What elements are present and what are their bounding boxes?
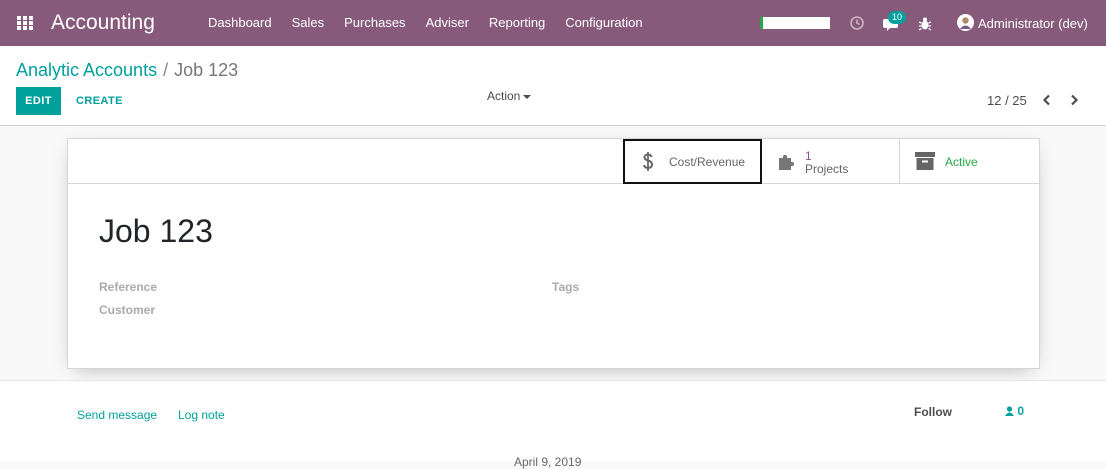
cost-revenue-button[interactable]: Cost/Revenue	[623, 139, 762, 184]
date-separator: April 9, 2019	[514, 455, 582, 469]
projects-button[interactable]: 1 Projects	[762, 139, 900, 183]
menu-item-purchases[interactable]: Purchases	[334, 0, 415, 46]
followers-count: 0	[1017, 404, 1025, 418]
user-avatar[interactable]	[957, 14, 974, 31]
chevron-right-icon[interactable]	[1068, 94, 1080, 106]
action-dropdown[interactable]: Action	[487, 89, 532, 103]
top-navbar: Accounting Dashboard Sales Purchases Adv…	[0, 0, 1106, 46]
record-name[interactable]: Job 123	[99, 211, 213, 251]
projects-label: Projects	[805, 162, 849, 176]
edit-button[interactable]: EDIT	[16, 87, 61, 115]
chevron-left-icon[interactable]	[1041, 94, 1053, 106]
user-menu[interactable]: Administrator (dev)	[978, 16, 1088, 31]
archive-icon	[915, 152, 935, 170]
send-message-button[interactable]: Send message	[77, 408, 157, 422]
smart-button-box: Cost/Revenue 1 Projects Active	[68, 139, 1039, 184]
log-note-button[interactable]: Log note	[178, 408, 225, 422]
app-title[interactable]: Accounting	[51, 10, 155, 36]
create-button[interactable]: CREATE	[70, 87, 129, 115]
followers-button[interactable]: 0	[1005, 404, 1024, 418]
customer-label: Customer	[99, 303, 156, 317]
menu-item-configuration[interactable]: Configuration	[555, 0, 652, 46]
reference-label: Reference	[99, 280, 158, 294]
puzzle-icon	[779, 154, 795, 170]
archive-toggle-button[interactable]: Active	[900, 139, 1039, 183]
onboarding-progress-bar[interactable]	[760, 17, 830, 29]
apps-grid-icon[interactable]	[17, 16, 34, 31]
user-icon	[1005, 406, 1014, 416]
tags-label: Tags	[552, 280, 580, 294]
clock-icon[interactable]	[849, 13, 865, 33]
menu-item-dashboard[interactable]: Dashboard	[198, 0, 282, 46]
follow-button[interactable]: Follow	[914, 405, 952, 419]
progress-fill	[760, 17, 763, 29]
pager-value[interactable]: 12 / 25	[987, 93, 1027, 108]
cost-revenue-label: Cost/Revenue	[669, 155, 746, 169]
chatter: Send message Log note Follow 0 April 9, …	[0, 380, 1106, 469]
menu-item-reporting[interactable]: Reporting	[479, 0, 555, 46]
active-status-label: Active	[945, 155, 978, 169]
action-dropdown-label: Action	[487, 89, 521, 103]
breadcrumb-parent-link[interactable]: Analytic Accounts	[16, 60, 157, 80]
menu-item-sales[interactable]: Sales	[282, 0, 335, 46]
caret-down-icon	[523, 94, 532, 99]
menu-item-adviser[interactable]: Adviser	[416, 0, 479, 46]
control-panel: Analytic Accounts / Job 123 EDIT CREATE Ac…	[0, 46, 1106, 126]
breadcrumb: Analytic Accounts / Job 123	[16, 59, 238, 81]
breadcrumb-separator: /	[163, 60, 169, 80]
bug-icon[interactable]	[918, 13, 932, 33]
dollar-icon	[643, 152, 654, 171]
chat-badge: 10	[888, 11, 906, 24]
breadcrumb-current: Job 123	[174, 60, 239, 80]
main-menu: Dashboard Sales Purchases Adviser Report…	[198, 0, 653, 46]
form-sheet: Cost/Revenue 1 Projects Active Job 123 R…	[67, 138, 1040, 369]
